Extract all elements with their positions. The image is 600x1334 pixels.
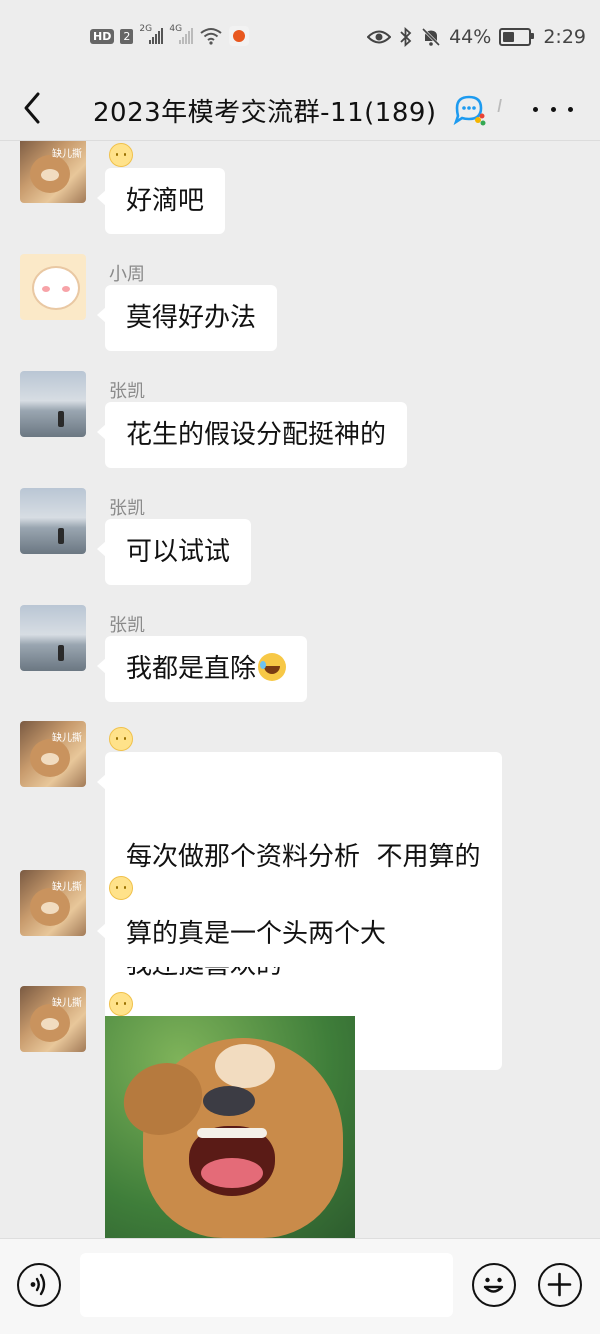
more-dot [550, 106, 556, 112]
message-bubble[interactable]: 我都是直除 [96, 636, 308, 702]
battery-fill [503, 32, 515, 42]
bear-avatar[interactable]: 缺儿撕 [20, 141, 86, 203]
smile-emoji-icon [109, 727, 133, 751]
sea-avatar[interactable] [20, 605, 86, 671]
bear-facepalm-sticker[interactable] [105, 1016, 355, 1238]
clock: 2:29 [543, 26, 586, 48]
voice-icon [30, 1273, 46, 1296]
more-functions-button[interactable] [538, 1263, 582, 1307]
message-bubble[interactable]: 莫得好办法 [96, 285, 278, 351]
avatar-tag: 缺儿撕 [52, 733, 82, 744]
message-text-line: 每次做那个资料分析 不用算的 [126, 842, 481, 872]
bear-avatar[interactable]: 缺儿撕 [20, 721, 86, 787]
bluetooth-icon [400, 27, 412, 47]
back-button[interactable] [16, 86, 50, 130]
smile-emoji-icon [109, 876, 133, 900]
sea-avatar[interactable] [20, 488, 86, 554]
laugh-cry-emoji-icon [258, 653, 287, 681]
input-bar [0, 1238, 600, 1334]
app-notification-icon [229, 26, 250, 46]
eye-icon [367, 30, 392, 44]
sea-avatar[interactable] [20, 371, 86, 437]
message-text: 我都是直除 [126, 654, 257, 684]
bear-avatar[interactable]: 缺儿撕 [20, 986, 86, 1052]
chat-header: 2023年模考交流群-11(189) Ⅰ [0, 78, 600, 141]
smile-emoji-icon [109, 992, 133, 1016]
title-badge: Ⅰ [497, 96, 503, 117]
sender-name: 张凯 [109, 615, 145, 636]
network-type-label: 4G [169, 24, 183, 34]
status-left: HD 2 2G 4G [90, 24, 250, 46]
emoji-button[interactable] [472, 1263, 516, 1307]
wifi-icon [200, 28, 222, 45]
avatar-tag: 缺儿撕 [52, 882, 82, 893]
signal-icon-4g: 4G [169, 24, 194, 44]
smiley-icon [483, 1277, 504, 1293]
more-dot [568, 106, 573, 112]
group-chat-icon [453, 95, 486, 126]
sender-name: 张凯 [109, 381, 145, 402]
message-bubble[interactable]: 好滴吧 [96, 168, 226, 234]
battery-percent: 44% [449, 26, 492, 48]
status-bar: HD 2 2G 4G 44% 2:29 [0, 0, 600, 78]
message-list[interactable]: 缺儿撕 好滴吧 小周 莫得好办法 张凯 花生的假设分配挺神的 张凯 可以试试 张… [0, 141, 600, 1238]
avatar-tag: 缺儿撕 [52, 998, 82, 1009]
message-bubble[interactable]: 算的真是一个头两个大 [96, 901, 408, 967]
avatar-tag: 缺儿撕 [52, 149, 82, 160]
sender-name: 张凯 [109, 498, 145, 519]
message-bubble[interactable]: 可以试试 [96, 519, 252, 585]
mute-icon [422, 27, 441, 47]
sim-badge: 2 [120, 28, 134, 44]
smile-emoji-icon [109, 143, 133, 167]
sender-name: 小周 [109, 264, 145, 285]
status-right: 44% 2:29 [367, 26, 586, 48]
chevron-left-icon [24, 92, 40, 124]
message-input[interactable] [80, 1253, 453, 1317]
bear-avatar[interactable]: 缺儿撕 [20, 870, 86, 936]
hd-badge: HD [90, 28, 115, 44]
chat-title: 2023年模考交流群-11(189) [93, 98, 437, 128]
plus-icon [547, 1272, 572, 1297]
bunny-avatar[interactable] [20, 254, 86, 320]
battery-icon [499, 28, 535, 46]
network-type-label: 2G [139, 24, 153, 34]
signal-icon-2g: 2G [139, 24, 164, 44]
message-bubble[interactable]: 花生的假设分配挺神的 [96, 402, 408, 468]
voice-button[interactable] [17, 1263, 61, 1307]
more-dot [533, 106, 538, 112]
more-options-button[interactable] [533, 94, 573, 124]
